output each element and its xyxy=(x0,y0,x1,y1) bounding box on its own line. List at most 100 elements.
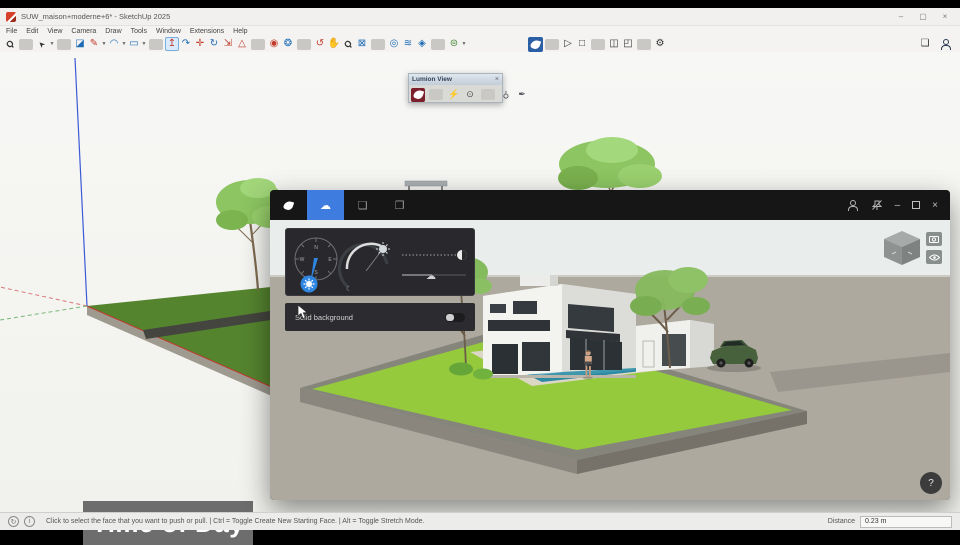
position-camera-tool-icon[interactable]: ◉ xyxy=(267,37,281,51)
svg-text:E: E xyxy=(328,257,332,263)
lumion-overlay-window: ☁❏❐ – × xyxy=(270,190,950,500)
camera-view-button[interactable] xyxy=(926,232,942,246)
sketchup-window: SUW_maison+moderne+6* - SketchUp 2025 – … xyxy=(0,8,960,530)
menu-help[interactable]: Help xyxy=(233,28,247,35)
lumion-play-button[interactable]: ▷ xyxy=(561,37,575,51)
lumion-settings-button[interactable]: ⚙ xyxy=(653,37,667,51)
svg-text:S: S xyxy=(314,270,318,276)
toolbar-divider xyxy=(481,89,495,100)
overlay-header: ☁❏❐ – × xyxy=(270,190,950,220)
solid-background-row[interactable]: Solid background xyxy=(285,303,475,331)
title-bar: SUW_maison+moderne+6* - SketchUp 2025 – … xyxy=(0,8,960,26)
north-offset-dial[interactable]: N W E S xyxy=(295,238,337,293)
moon-icon: ☾ xyxy=(346,285,352,293)
geolocation-icon[interactable]: ↻ xyxy=(8,516,19,527)
toolbar-divider xyxy=(545,39,559,50)
main-toolbar: Ϙ➤▼◪✎▼◠▼▭▼↥↷✛↻⇲△◉❂↺✋Ϙ⊠◎≋◈⊜▼ ▷□◫◰⚙ ❏ xyxy=(0,36,960,53)
measurement-value[interactable]: 0.23 m xyxy=(860,516,952,528)
tab-lumion-home[interactable] xyxy=(270,190,307,220)
lumion-camera-a-button[interactable]: ◫ xyxy=(607,37,621,51)
overlay-maximize-button[interactable] xyxy=(912,201,920,209)
toolbar-divider xyxy=(149,39,163,50)
menu-view[interactable]: View xyxy=(47,28,62,35)
overlay-close-button[interactable]: × xyxy=(932,200,938,211)
lumion-stop-button[interactable]: □ xyxy=(575,37,589,51)
svg-text:N: N xyxy=(314,245,318,251)
rectangle-dropdown[interactable]: ▼ xyxy=(141,37,147,51)
menu-draw[interactable]: Draw xyxy=(105,28,121,35)
toolbar-divider xyxy=(19,39,33,50)
look-around-tool-icon[interactable]: ❂ xyxy=(281,37,295,51)
scale-tool-icon[interactable]: ⇲ xyxy=(221,37,235,51)
menu-camera[interactable]: Camera xyxy=(71,28,96,35)
sandbox-tool-icon[interactable]: ⊜ xyxy=(447,37,461,51)
orbit-tool-icon[interactable]: ↺ xyxy=(313,37,327,51)
menu-extensions[interactable]: Extensions xyxy=(190,28,224,35)
status-message: Click to select the face that you want t… xyxy=(46,518,424,525)
tab-weather[interactable]: ☁ xyxy=(307,190,344,220)
menu-tools[interactable]: Tools xyxy=(131,28,147,35)
tab-styles[interactable]: ❏ xyxy=(344,190,381,220)
section-plane-tool-icon[interactable]: ◎ xyxy=(387,37,401,51)
bulb-button[interactable]: ⚲ xyxy=(499,88,513,102)
section-fill-tool-icon[interactable]: ◈ xyxy=(415,37,429,51)
menu-file[interactable]: File xyxy=(6,28,17,35)
account-icon[interactable] xyxy=(845,198,859,212)
render-view[interactable]: N W E S xyxy=(270,220,950,500)
rectangle-tool-icon[interactable]: ▭ xyxy=(127,37,141,51)
follow-me-tool-icon[interactable]: ↷ xyxy=(179,37,193,51)
target-button[interactable]: ⊙ xyxy=(463,88,477,102)
cloud-slider[interactable]: ☁ xyxy=(402,271,466,282)
minimize-button[interactable]: – xyxy=(892,12,910,21)
new-document-icon[interactable]: ❏ xyxy=(918,37,932,51)
eraser-tool-icon[interactable]: ◪ xyxy=(73,37,87,51)
lumion-view-title: Lumion View xyxy=(412,76,452,83)
toolbar-divider xyxy=(371,39,385,50)
mouse-cursor xyxy=(296,304,309,320)
lumion-livesync-button[interactable] xyxy=(528,37,543,52)
lightning-button[interactable]: ⚡ xyxy=(447,88,461,102)
rotate-tool-icon[interactable]: ↻ xyxy=(207,37,221,51)
pen-button[interactable]: ✒ xyxy=(515,88,529,102)
info-icon[interactable]: i xyxy=(24,516,35,527)
visibility-button[interactable] xyxy=(926,250,942,264)
arc-tool-icon[interactable]: ◠ xyxy=(107,37,121,51)
close-button[interactable]: × xyxy=(936,12,954,21)
section-cuts-tool-icon[interactable]: ≋ xyxy=(401,37,415,51)
offset-tool-icon[interactable]: △ xyxy=(235,37,249,51)
lumion-view-toolbar: Lumion View × ⚡⊙⚲✒ xyxy=(408,73,503,103)
overlay-minimize-button[interactable]: – xyxy=(895,200,901,211)
sun-position-handle[interactable] xyxy=(301,276,318,293)
line-tool-icon[interactable]: ✎ xyxy=(87,37,101,51)
toolbar-divider xyxy=(57,39,71,50)
lumion-camera-b-button[interactable]: ◰ xyxy=(621,37,635,51)
maximize-button[interactable]: ▢ xyxy=(914,12,932,21)
unpin-icon[interactable] xyxy=(871,199,883,211)
tab-render-photo[interactable]: ❐ xyxy=(381,190,418,220)
lumion-view-close-icon[interactable]: × xyxy=(495,76,499,83)
push-pull-tool-icon[interactable]: ↥ xyxy=(165,37,179,51)
toolbar-divider xyxy=(637,39,651,50)
nav-cube[interactable] xyxy=(882,230,922,266)
status-bar: ↻ i Click to select the face that you wa… xyxy=(0,512,960,530)
toolbar-divider xyxy=(297,39,311,50)
measurement-label: Distance xyxy=(828,518,855,525)
toolbar-divider xyxy=(429,89,443,100)
menu-bar: File Edit View Camera Draw Tools Window Extensi… xyxy=(0,26,960,36)
solid-background-toggle[interactable] xyxy=(445,313,465,322)
help-button[interactable]: ? xyxy=(920,472,942,494)
window-title: SUW_maison+moderne+6* - SketchUp 2025 xyxy=(21,12,170,21)
menu-edit[interactable]: Edit xyxy=(26,28,38,35)
toolbar-divider xyxy=(591,39,605,50)
zoom-tool-icon[interactable]: Ϙ xyxy=(0,34,20,54)
sandbox-dropdown[interactable]: ▼ xyxy=(461,37,467,51)
lumion-view-button[interactable] xyxy=(411,88,425,102)
time-of-day-arc[interactable]: ☾ xyxy=(339,242,390,293)
account-icon[interactable] xyxy=(938,37,952,51)
menu-window[interactable]: Window xyxy=(156,28,181,35)
letterbox-top xyxy=(0,0,960,8)
brightness-slider[interactable] xyxy=(402,250,467,260)
move-tool-icon[interactable]: ✛ xyxy=(193,37,207,51)
toolbar-divider xyxy=(251,39,265,50)
toolbar-divider xyxy=(431,39,445,50)
